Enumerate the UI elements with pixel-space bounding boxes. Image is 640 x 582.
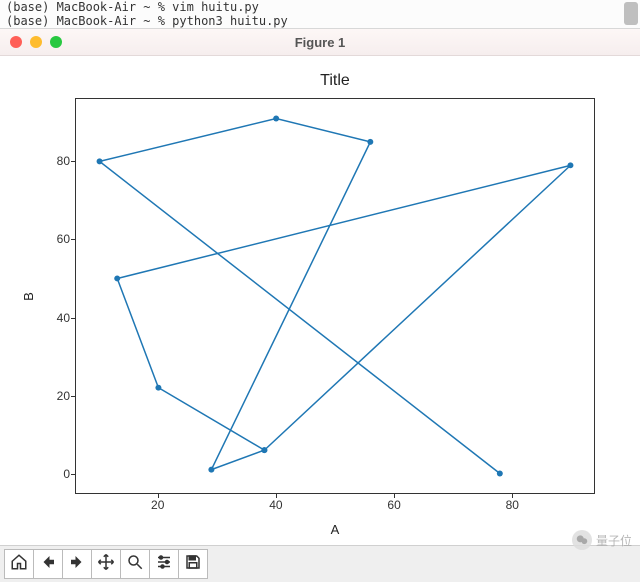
pan-button[interactable] bbox=[91, 549, 121, 579]
x-axis-label: A bbox=[75, 522, 595, 537]
zoom-button[interactable] bbox=[50, 36, 62, 48]
x-tick-label: 20 bbox=[138, 498, 178, 512]
terminal-line: (base) MacBook-Air ~ % vim huitu.py bbox=[6, 0, 634, 14]
home-button[interactable] bbox=[4, 549, 34, 579]
move-icon bbox=[97, 553, 115, 576]
matplotlib-toolbar bbox=[0, 545, 640, 582]
y-tick-label: 60 bbox=[30, 232, 70, 246]
terminal-line: (base) MacBook-Air ~ % python3 huitu.py bbox=[6, 14, 634, 28]
minimize-button[interactable] bbox=[30, 36, 42, 48]
forward-button[interactable] bbox=[62, 549, 92, 579]
terminal-scrollbar[interactable] bbox=[624, 2, 638, 25]
data-point bbox=[497, 471, 503, 477]
data-point bbox=[97, 158, 103, 164]
y-tick-label: 80 bbox=[30, 154, 70, 168]
data-point bbox=[261, 447, 267, 453]
figure-canvas: Title B A 020406080 20406080 bbox=[0, 56, 640, 545]
data-point bbox=[155, 385, 161, 391]
y-tick-label: 0 bbox=[30, 467, 70, 481]
x-tick-label: 80 bbox=[492, 498, 532, 512]
y-tick-label: 20 bbox=[30, 389, 70, 403]
data-point bbox=[208, 467, 214, 473]
save-button[interactable] bbox=[178, 549, 208, 579]
data-point bbox=[273, 116, 279, 122]
wechat-icon bbox=[572, 530, 592, 550]
data-point bbox=[367, 139, 373, 145]
sliders-icon bbox=[155, 553, 173, 576]
traffic-lights bbox=[10, 36, 62, 48]
x-tick-label: 60 bbox=[374, 498, 414, 512]
arrow-left-icon bbox=[39, 553, 57, 576]
back-button[interactable] bbox=[33, 549, 63, 579]
x-tick-label: 40 bbox=[256, 498, 296, 512]
data-point bbox=[114, 275, 120, 281]
watermark-text: 量子位 bbox=[596, 532, 632, 549]
arrow-right-icon bbox=[68, 553, 86, 576]
window-titlebar: Figure 1 bbox=[0, 29, 640, 56]
zoom-button-tool[interactable] bbox=[120, 549, 150, 579]
line-series bbox=[100, 119, 571, 474]
save-icon bbox=[184, 553, 202, 576]
magnifier-icon bbox=[126, 553, 144, 576]
y-tick-label: 40 bbox=[30, 311, 70, 325]
home-icon bbox=[10, 553, 28, 576]
source-watermark: 量子位 bbox=[572, 530, 632, 550]
window-title: Figure 1 bbox=[0, 35, 640, 50]
close-button[interactable] bbox=[10, 36, 22, 48]
chart-title: Title bbox=[75, 72, 595, 90]
plot-area[interactable] bbox=[75, 98, 595, 494]
data-point bbox=[567, 162, 573, 168]
configure-button[interactable] bbox=[149, 549, 179, 579]
terminal-snippet: (base) MacBook-Air ~ % vim huitu.py (bas… bbox=[0, 0, 640, 29]
